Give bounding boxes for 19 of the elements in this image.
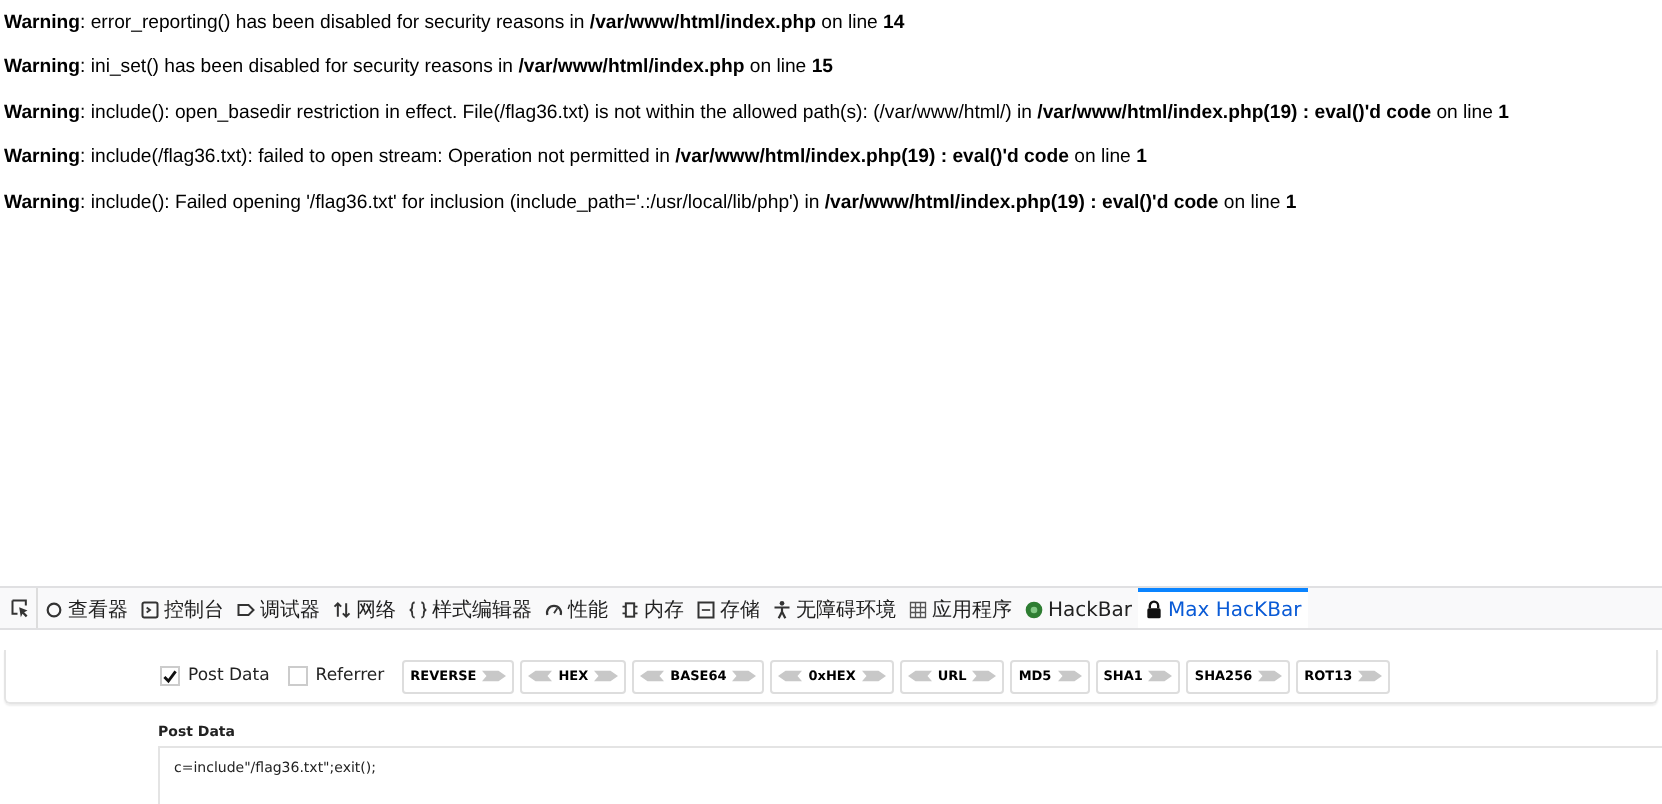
devtools-tab[interactable]: HackBar [1018,588,1139,628]
devtools-tab[interactable]: 网络 [326,588,402,628]
warning-message: Warning: include(/flag36.txt): failed to open stream: Operation not permitted in /var/www/html/index.php(19) : eval()'d code on line 1 [4,144,1149,173]
devtools-tab[interactable]: 无障碍环境 [766,588,902,628]
checkbox-label[interactable]: Post Data [160,666,270,686]
devtools-tab[interactable]: 控制台 [134,588,230,628]
devtools-tab[interactable]: 样式编辑器 [402,588,538,628]
warning-message: Warning: include(): Failed opening '/flag36.txt' for inclusion (include_path='.:/usr/local/lib/php') in /var/www/html/index.php(19) : eval()'d code on line 1 [4,189,1299,218]
devtools-tab[interactable]: 内存 [614,588,690,628]
devtools-tab[interactable]: 性能 [538,588,614,628]
devtools-tab[interactable]: 存储 [690,588,766,628]
devtools-tab[interactable]: 应用程序 [902,588,1018,628]
checkbox-label[interactable]: Referrer [287,666,385,686]
warning-message: Warning: error_reporting() has been disabled for security reasons in /var/www/html/index.php on line 14 [4,10,907,38]
devtools-tab[interactable]: 查看器 [38,588,134,628]
warning-message: Warning: ini_set() has been disabled for security reasons in /var/www/html/index.php on line 15 [4,54,835,83]
devtools-tab[interactable]: 调试器 [230,588,326,628]
warning-message: Warning: include(): open_basedir restriction in effect. File(/flag36.txt) is not within the allowed path(s): (/var/www/html/) in /var/www/html/index.php(19) : eval()'d code on line 1 [4,99,1511,128]
devtools-tab[interactable]: Max HacKBar [1138,588,1308,628]
